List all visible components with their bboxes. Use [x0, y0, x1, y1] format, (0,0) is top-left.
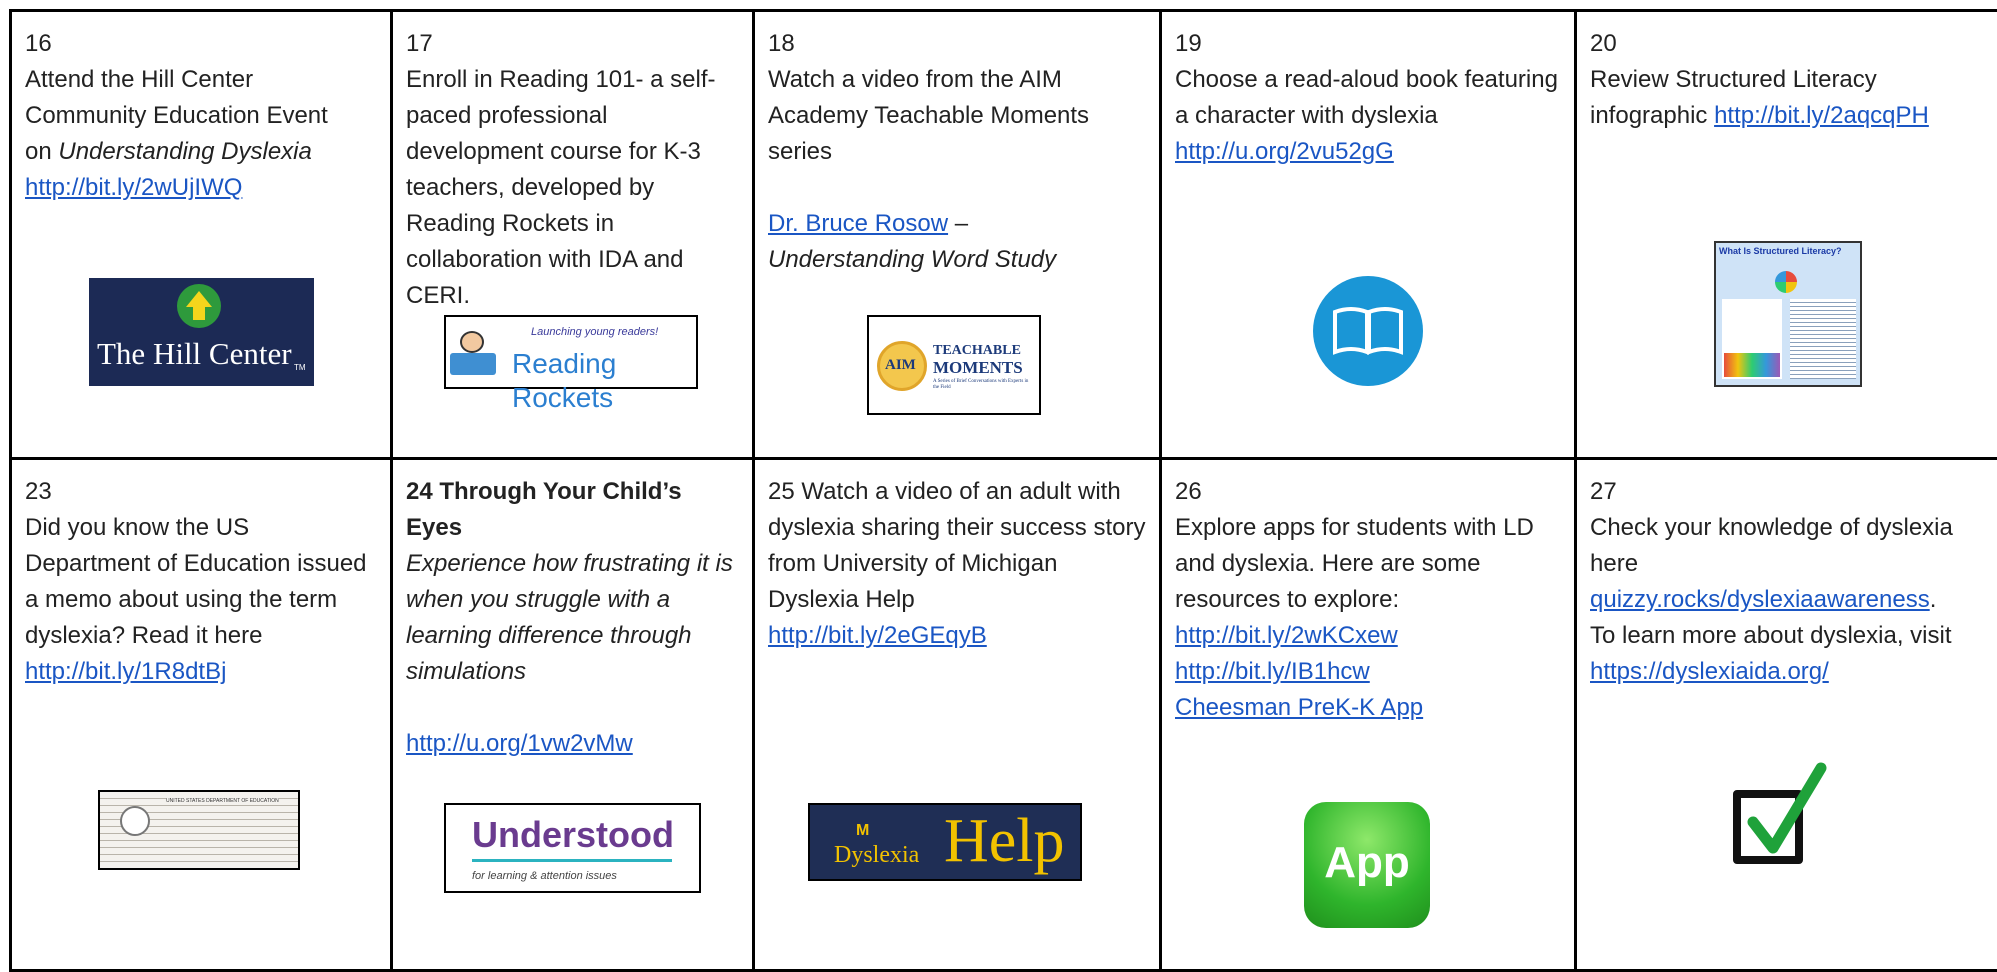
day-number: 27	[1590, 478, 1617, 505]
activity-text: Experience how frustrating it is when yo…	[406, 550, 733, 685]
day-heading: 24 Through Your Child’s Eyes	[406, 478, 682, 541]
calendar-grid: 16 Attend the Hill Center Community Educ…	[9, 9, 1997, 972]
activity-link[interactable]: http://u.org/2vu52gG	[1175, 134, 1564, 170]
day-cell-17: 17 Enroll in Reading 101- a self-paced p…	[393, 12, 755, 460]
logo-tagline: for learning & attention issues	[472, 870, 617, 882]
day-number: 18	[768, 30, 795, 57]
activity-text: Choose a read-aloud book featuring a cha…	[1175, 66, 1558, 129]
dyslexia-help-logo: M Dyslexia Help	[808, 803, 1082, 881]
day-cell-23: 23 Did you know the US Department of Edu…	[12, 460, 393, 972]
day-cell-20: 20 Review Structured Literacy infographi…	[1577, 12, 1997, 460]
day-number: 23	[25, 478, 52, 505]
child-reading-icon	[450, 331, 498, 375]
punctuation: .	[1929, 586, 1937, 613]
activity-text: Did you know the US Department of Educat…	[25, 514, 367, 649]
open-book-icon	[1313, 276, 1423, 386]
activity-link[interactable]: http://u.org/1vw2vMw	[406, 726, 742, 762]
quiz-link[interactable]: quizzy.rocks/dyslexiaawareness	[1590, 586, 1930, 613]
activity-text: on	[25, 138, 59, 165]
logo-caption: A Series of Brief Conversations with Exp…	[933, 379, 1029, 390]
app-link-3[interactable]: Cheesman PreK-K App	[1175, 690, 1564, 726]
reading-rockets-logo: Launching young readers! Reading Rockets	[444, 315, 698, 413]
day-number: 26	[1175, 478, 1202, 505]
video-title: Understanding Word Study	[768, 246, 1057, 273]
activity-text: Explore apps for students with LD and dy…	[1175, 514, 1534, 613]
activity-text: Watch a video from the AIM Academy Teach…	[768, 66, 1090, 165]
doe-memo-thumbnail: UNITED STATES DEPARTMENT OF EDUCATION	[98, 790, 300, 870]
hill-center-logo: The Hill Center TM	[89, 278, 314, 386]
app-icon-label: App	[1324, 838, 1410, 887]
activity-text: To learn more about dyslexia, visit	[1590, 622, 1952, 649]
day-cell-19: 19 Choose a read-aloud book featuring a …	[1162, 12, 1577, 460]
logo-text: Dyslexia	[834, 842, 920, 868]
day-number: 20	[1590, 30, 1617, 57]
logo-text: The Hill Center	[97, 336, 292, 371]
activity-text: Community Education Event	[25, 102, 328, 129]
thumbnail-title: What Is Structured Literacy?	[1719, 246, 1842, 256]
michigan-m-icon: M	[856, 822, 870, 839]
event-title: Understanding Dyslexia	[58, 138, 312, 165]
day-number: 19	[1175, 30, 1202, 57]
logo-text: Help	[944, 807, 1065, 875]
upward-arrow-icon	[177, 284, 221, 328]
day-number: 17	[406, 30, 433, 57]
logo-tagline: Launching young readers!	[531, 326, 659, 338]
day-cell-26: 26 Explore apps for students with LD and…	[1162, 460, 1577, 972]
logo-text: MOMENTS	[933, 358, 1023, 377]
activity-link[interactable]: http://bit.ly/2eGEqyB	[768, 618, 1149, 654]
logo-text: TEACHABLE	[933, 343, 1021, 358]
ida-link[interactable]: https://dyslexiaida.org/	[1590, 658, 1829, 685]
day-number: 25	[768, 478, 795, 505]
app-icon: App	[1304, 802, 1430, 928]
activity-link[interactable]: http://bit.ly/1R8dtBj	[25, 654, 380, 690]
activity-text: Check your knowledge of dyslexia here	[1590, 514, 1953, 577]
day-cell-16: 16 Attend the Hill Center Community Educ…	[12, 12, 393, 460]
thumbnail-caption: UNITED STATES DEPARTMENT OF EDUCATION	[166, 798, 279, 804]
day-number: 16	[25, 30, 52, 57]
activity-text: Enroll in Reading 101- a self-paced prof…	[406, 66, 716, 309]
logo-text: Reading Rockets	[512, 348, 617, 413]
logo-underline	[472, 859, 672, 862]
day-cell-27: 27 Check your knowledge of dyslexia here…	[1577, 460, 1997, 972]
trademark: TM	[294, 363, 306, 372]
understood-logo: Understood for learning & attention issu…	[444, 803, 701, 893]
day-cell-24: 24 Through Your Child’s Eyes Experience …	[393, 460, 755, 972]
day-cell-25: 25 Watch a video of an adult with dyslex…	[755, 460, 1162, 972]
checkbox-check-icon	[1729, 760, 1839, 870]
activity-link[interactable]: http://bit.ly/2aqcqPH	[1714, 102, 1929, 129]
aim-badge-text: AIM	[885, 357, 916, 373]
app-link-1[interactable]: http://bit.ly/2wKCxew	[1175, 618, 1564, 654]
day-cell-18: 18 Watch a video from the AIM Academy Te…	[755, 12, 1162, 460]
activity-text: Attend the Hill Center	[25, 66, 254, 93]
aim-sun-icon: AIM	[877, 341, 927, 391]
activity-text: Watch a video of an adult with dyslexia …	[768, 478, 1146, 613]
activity-link[interactable]: http://bit.ly/2wUjIWQ	[25, 170, 380, 206]
video-link[interactable]: Dr. Bruce Rosow	[768, 210, 948, 237]
app-link-2[interactable]: http://bit.ly/IB1hcw	[1175, 654, 1564, 690]
teachable-moments-logo: AIM TEACHABLE MOMENTS A Series of Brief …	[867, 315, 1041, 415]
seal-icon	[120, 806, 150, 836]
structured-literacy-thumbnail: What Is Structured Literacy?	[1714, 241, 1862, 387]
dash: –	[948, 210, 969, 237]
logo-text: Understood	[472, 814, 674, 855]
